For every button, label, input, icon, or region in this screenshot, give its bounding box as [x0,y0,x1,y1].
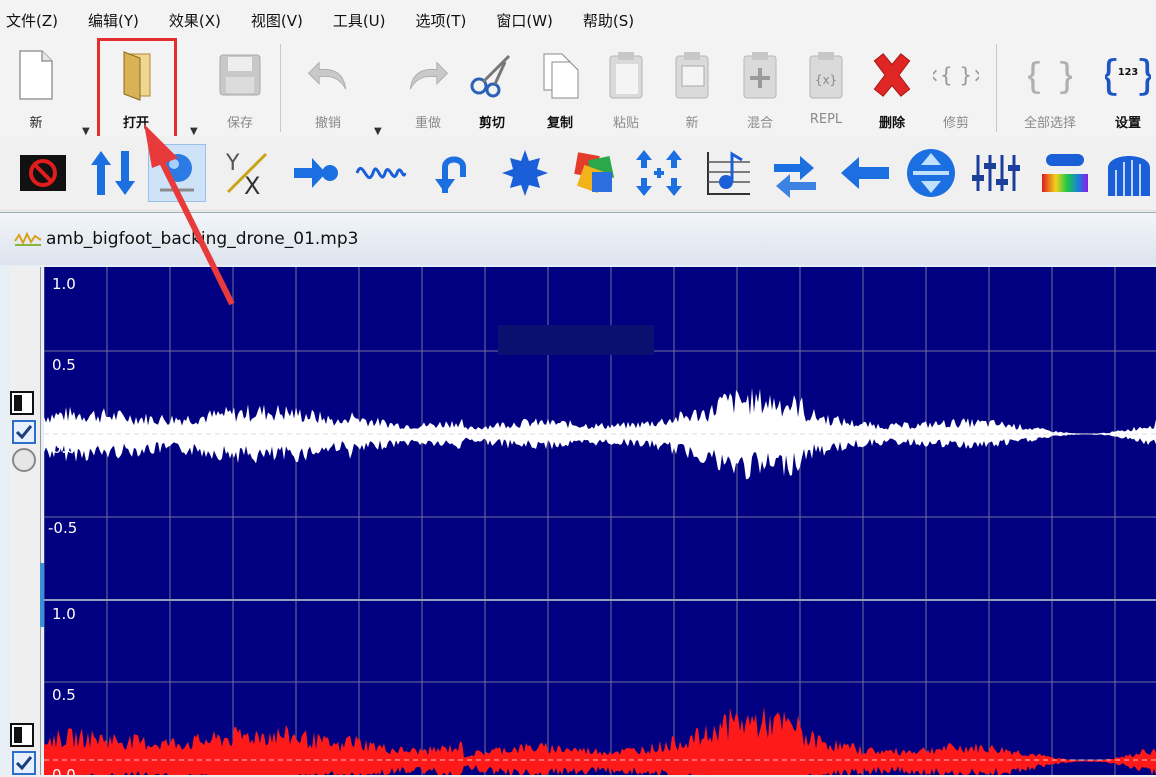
annotation-arrow [144,124,235,306]
